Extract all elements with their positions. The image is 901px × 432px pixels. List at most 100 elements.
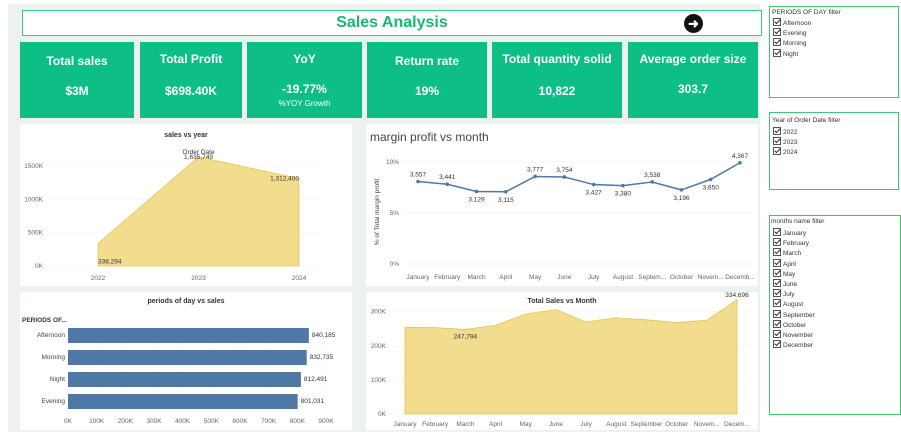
- y-tick-label: Morning: [42, 354, 66, 361]
- data-point: [416, 179, 420, 184]
- filter-option[interactable]: Night: [773, 48, 798, 59]
- kpi-value: 19%: [414, 84, 440, 98]
- y-tick-label: 1000K: [24, 196, 43, 203]
- y-tick-label: 1500K: [24, 163, 43, 170]
- filter-option[interactable]: August: [773, 299, 803, 309]
- x-tick-label: February: [434, 274, 461, 281]
- filter-option-label: November: [783, 332, 813, 339]
- data-point: [533, 174, 537, 179]
- filter-option[interactable]: November: [773, 330, 813, 340]
- data-label: 840,185: [312, 332, 336, 339]
- x-tick-label: March: [456, 421, 474, 428]
- filter-option[interactable]: October: [773, 319, 806, 330]
- x-tick-label: Novem...: [698, 274, 724, 281]
- checkbox-checked-icon[interactable]: [773, 38, 781, 47]
- x-tick-label: February: [422, 421, 449, 428]
- x-tick-label: 100K: [89, 418, 105, 425]
- filter-option[interactable]: Morning: [773, 38, 806, 48]
- filter-option[interactable]: May: [773, 268, 796, 279]
- checkbox-checked-icon[interactable]: [773, 248, 781, 257]
- data-label: 3,777: [527, 166, 544, 173]
- panel-total-sales-vs-month: Total Sales vs Month 0K 100K 200K 300K Janua…: [366, 292, 758, 430]
- arrow-right-circle-icon[interactable]: ➜: [684, 14, 703, 33]
- x-tick-label: May: [529, 274, 542, 281]
- filter-option[interactable]: December: [773, 340, 813, 350]
- y-tick-label: 5%: [390, 210, 400, 217]
- data-point: [650, 180, 654, 184]
- line-series: [417, 162, 741, 193]
- filter-option[interactable]: 2022: [773, 127, 797, 137]
- checkbox-checked-icon[interactable]: [773, 258, 781, 267]
- filter-option[interactable]: April: [773, 258, 796, 269]
- checkbox-checked-icon[interactable]: [773, 147, 781, 156]
- panel-margin-profit-vs-month: margin profit vs month 0% 5% 10%% of Total…: [366, 124, 758, 286]
- kpi-value: 10,822: [538, 84, 576, 98]
- checkbox-checked-icon[interactable]: [773, 299, 781, 308]
- chart-periods-vs-sales: PERIODS OF... 0K 100K 200K 300K 400K 500K 600K 7…: [22, 317, 336, 425]
- data-point: [708, 177, 713, 182]
- x-tick-label: March: [468, 274, 486, 281]
- area-series: [97, 156, 300, 267]
- data-label: 3,441: [439, 174, 456, 181]
- x-tick-label: June: [549, 421, 563, 428]
- checkbox-checked-icon[interactable]: [773, 319, 781, 328]
- checkbox-checked-icon[interactable]: [773, 18, 781, 26]
- x-tick-label: April: [489, 421, 503, 428]
- checkbox-checked-icon[interactable]: [773, 268, 781, 277]
- checkbox-checked-icon[interactable]: [773, 330, 781, 338]
- checkbox-checked-icon[interactable]: [773, 289, 781, 298]
- x-tick-label: October: [670, 274, 694, 281]
- y-tick-label: 0K: [378, 411, 387, 418]
- x-tick-label: May: [520, 421, 533, 428]
- filter-option-label: 2023: [783, 139, 798, 147]
- kpi-value: $698.40K: [164, 84, 218, 98]
- filter-year-of-order-date: Year of Order Date filter 2022 2023 2024: [769, 112, 899, 190]
- checkbox-checked-icon[interactable]: [773, 127, 781, 135]
- y-tick-label: 10%: [386, 159, 399, 166]
- axis-label: PERIODS OF...: [22, 317, 67, 324]
- x-tick-label: 200K: [118, 418, 134, 425]
- x-tick-label: 500K: [204, 418, 220, 425]
- x-tick-label: June: [557, 274, 571, 281]
- x-tick-label: Novem...: [694, 421, 720, 428]
- chart-margin-profit-vs-month: 0% 5% 10% % of Total margin profit 3,557 Janu…: [374, 153, 755, 281]
- checkbox-checked-icon[interactable]: [773, 279, 781, 287]
- checkbox-checked-icon[interactable]: [773, 28, 781, 37]
- checkbox-checked-icon[interactable]: [773, 340, 781, 349]
- bar: [68, 394, 298, 409]
- filter-option[interactable]: June: [773, 279, 797, 289]
- x-tick-label: January: [393, 421, 417, 428]
- y-tick-label: Afternoon: [37, 332, 66, 339]
- checkbox-checked-icon[interactable]: [773, 48, 781, 57]
- y-tick-label: 200K: [371, 343, 387, 350]
- y-tick-label: 100K: [371, 377, 387, 384]
- x-tick-label: 2023: [191, 275, 206, 282]
- filter-option[interactable]: September: [773, 309, 815, 320]
- checkbox-checked-icon[interactable]: [773, 309, 781, 318]
- data-point: [738, 160, 742, 165]
- filter-option[interactable]: July: [773, 289, 795, 299]
- filter-option[interactable]: 2024: [773, 147, 797, 157]
- filter-option-label: May: [783, 270, 796, 278]
- data-label: 832,735: [310, 354, 334, 361]
- data-label: 3,129: [468, 196, 485, 203]
- filter-option[interactable]: March: [773, 248, 801, 258]
- checkbox-checked-icon[interactable]: [773, 228, 781, 236]
- data-label: 3,557: [410, 172, 427, 179]
- checkbox-checked-icon[interactable]: [773, 137, 781, 146]
- checkbox-checked-icon[interactable]: [773, 238, 781, 247]
- x-tick-label: 800K: [290, 418, 306, 425]
- filter-periods-of-day: PERIODS OF DAY filter Afternoon Evening Mo…: [769, 6, 899, 98]
- x-tick-label: July: [588, 274, 600, 281]
- y-tick-label: Evening: [42, 398, 66, 405]
- data-label: 338,294: [98, 258, 122, 265]
- filter-option-label: February: [783, 240, 810, 248]
- data-point: [591, 182, 596, 187]
- x-tick-label: 2022: [91, 275, 106, 282]
- filter-option[interactable]: 2023: [773, 137, 797, 147]
- bar: [68, 372, 301, 387]
- kpi-label: Total Profit: [159, 52, 223, 66]
- filter-option-label: September: [783, 311, 815, 319]
- filter-option[interactable]: Afternoon: [773, 18, 811, 28]
- filter-option-label: June: [783, 281, 798, 288]
